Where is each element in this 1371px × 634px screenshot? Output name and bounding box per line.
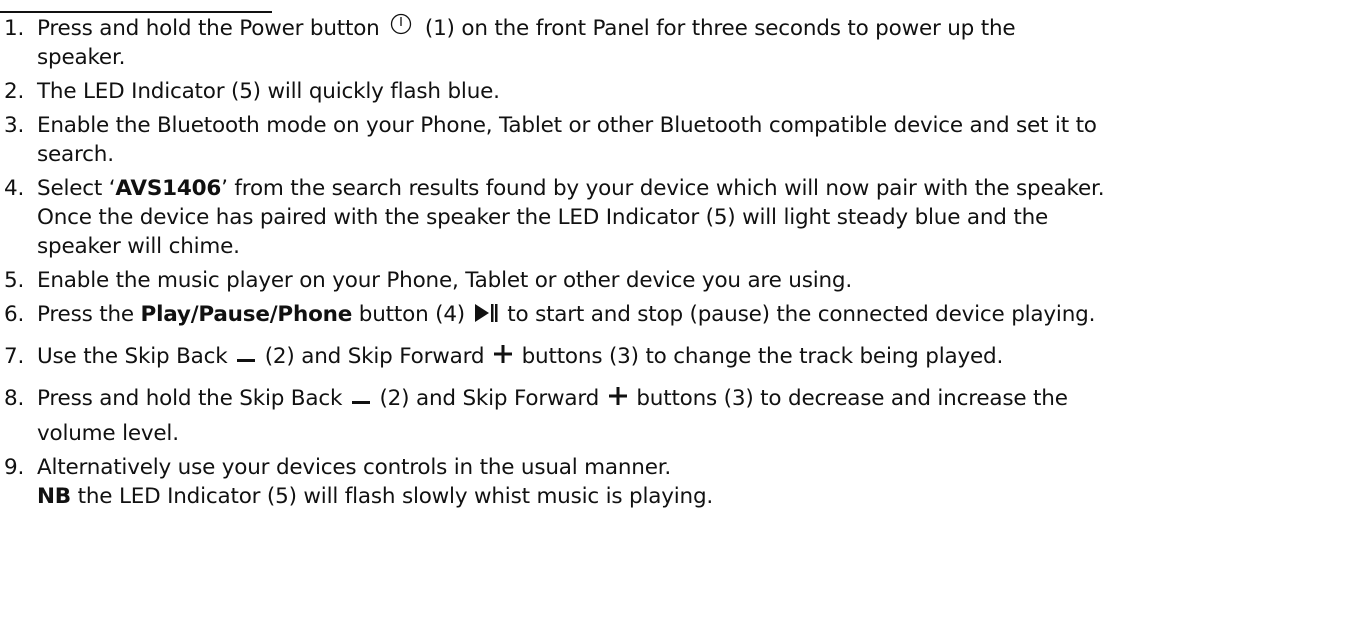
step-line: NB the LED Indicator (5) will flash slow…	[37, 482, 1371, 511]
step-number: 6.	[4, 302, 25, 327]
step-line: speaker.	[37, 45, 126, 70]
step-7: 7. Use the Skip Back (2) and Skip Forwar…	[0, 342, 1371, 371]
step-line: Use the Skip Back (2) and Skip Forward b…	[37, 342, 1371, 371]
step-line: Enable the Bluetooth mode on your Phone,…	[37, 113, 1097, 138]
step-6: 6. Press the Play/Pause/Phone button (4)…	[0, 300, 1371, 329]
step-5: 5. Enable the music player on your Phone…	[0, 266, 1371, 295]
step-line: The LED Indicator (5) will quickly flash…	[37, 79, 500, 104]
step-text: Press and hold the Skip Back	[37, 386, 349, 411]
model-name: AVS1406	[115, 176, 222, 201]
step-line: Enable the music player on your Phone, T…	[37, 268, 852, 293]
step-text: Press the	[37, 302, 134, 327]
instructions-list: 1. Press and hold the Power button (1) o…	[0, 13, 1371, 511]
minus-icon	[236, 349, 256, 363]
step-3: 3. Enable the Bluetooth mode on your Pho…	[0, 111, 1371, 169]
step-text: buttons (3) to decrease and increase the	[629, 386, 1068, 411]
plus-icon	[493, 344, 513, 364]
step-number: 1.	[4, 16, 25, 41]
step-number: 5.	[4, 268, 25, 293]
step-line: Once the device has paired with the spea…	[37, 205, 1049, 230]
minus-icon	[351, 391, 371, 405]
step-line: Press and hold the Skip Back (2) and Ski…	[37, 384, 1371, 413]
play-pause-icon	[474, 303, 498, 323]
step-text: Select ‘	[37, 176, 116, 201]
step-number: 7.	[4, 344, 25, 369]
step-2: 2. The LED Indicator (5) will quickly fl…	[0, 77, 1371, 106]
step-4: 4. Select ‘AVS1406’ from the search resu…	[0, 174, 1371, 261]
step-line: search.	[37, 142, 114, 167]
step-text: buttons (3) to change the track being pl…	[514, 344, 1004, 369]
power-icon	[390, 13, 412, 35]
step-line: Alternatively use your devices controls …	[37, 455, 672, 480]
step-line: volume level.	[37, 421, 179, 446]
step-text: ’ from the search results found by your …	[221, 176, 1105, 201]
plus-icon	[608, 386, 628, 406]
step-1: 1. Press and hold the Power button (1) o…	[0, 13, 1371, 72]
step-text: button (4)	[358, 302, 472, 327]
step-number: 4.	[4, 176, 25, 201]
step-text: (1) on the front Panel for three seconds…	[418, 16, 1016, 41]
step-number: 2.	[4, 79, 25, 104]
step-text: Use the Skip Back	[37, 344, 235, 369]
step-text: (2) and Skip Forward	[372, 386, 606, 411]
step-text: Press and hold the Power button	[37, 16, 387, 41]
step-9: 9. Alternatively use your devices contro…	[0, 453, 1371, 511]
button-name: Play/Pause/Phone	[140, 302, 353, 327]
note-label: NB	[37, 484, 71, 509]
step-number: 8.	[4, 386, 25, 411]
step-line: Press the Play/Pause/Phone button (4) to…	[37, 300, 1371, 329]
step-number: 9.	[4, 455, 25, 480]
step-line: Select ‘AVS1406’ from the search results…	[37, 174, 1371, 203]
step-number: 3.	[4, 113, 25, 138]
step-8: 8. Press and hold the Skip Back (2) and …	[0, 384, 1371, 448]
step-line: Press and hold the Power button (1) on t…	[37, 13, 1371, 43]
step-line: speaker will chime.	[37, 234, 240, 259]
step-text: the LED Indicator (5) will flash slowly …	[77, 484, 714, 509]
step-text: to start and stop (pause) the connected …	[500, 302, 1096, 327]
step-text: (2) and Skip Forward	[258, 344, 491, 369]
top-rule	[0, 11, 272, 13]
